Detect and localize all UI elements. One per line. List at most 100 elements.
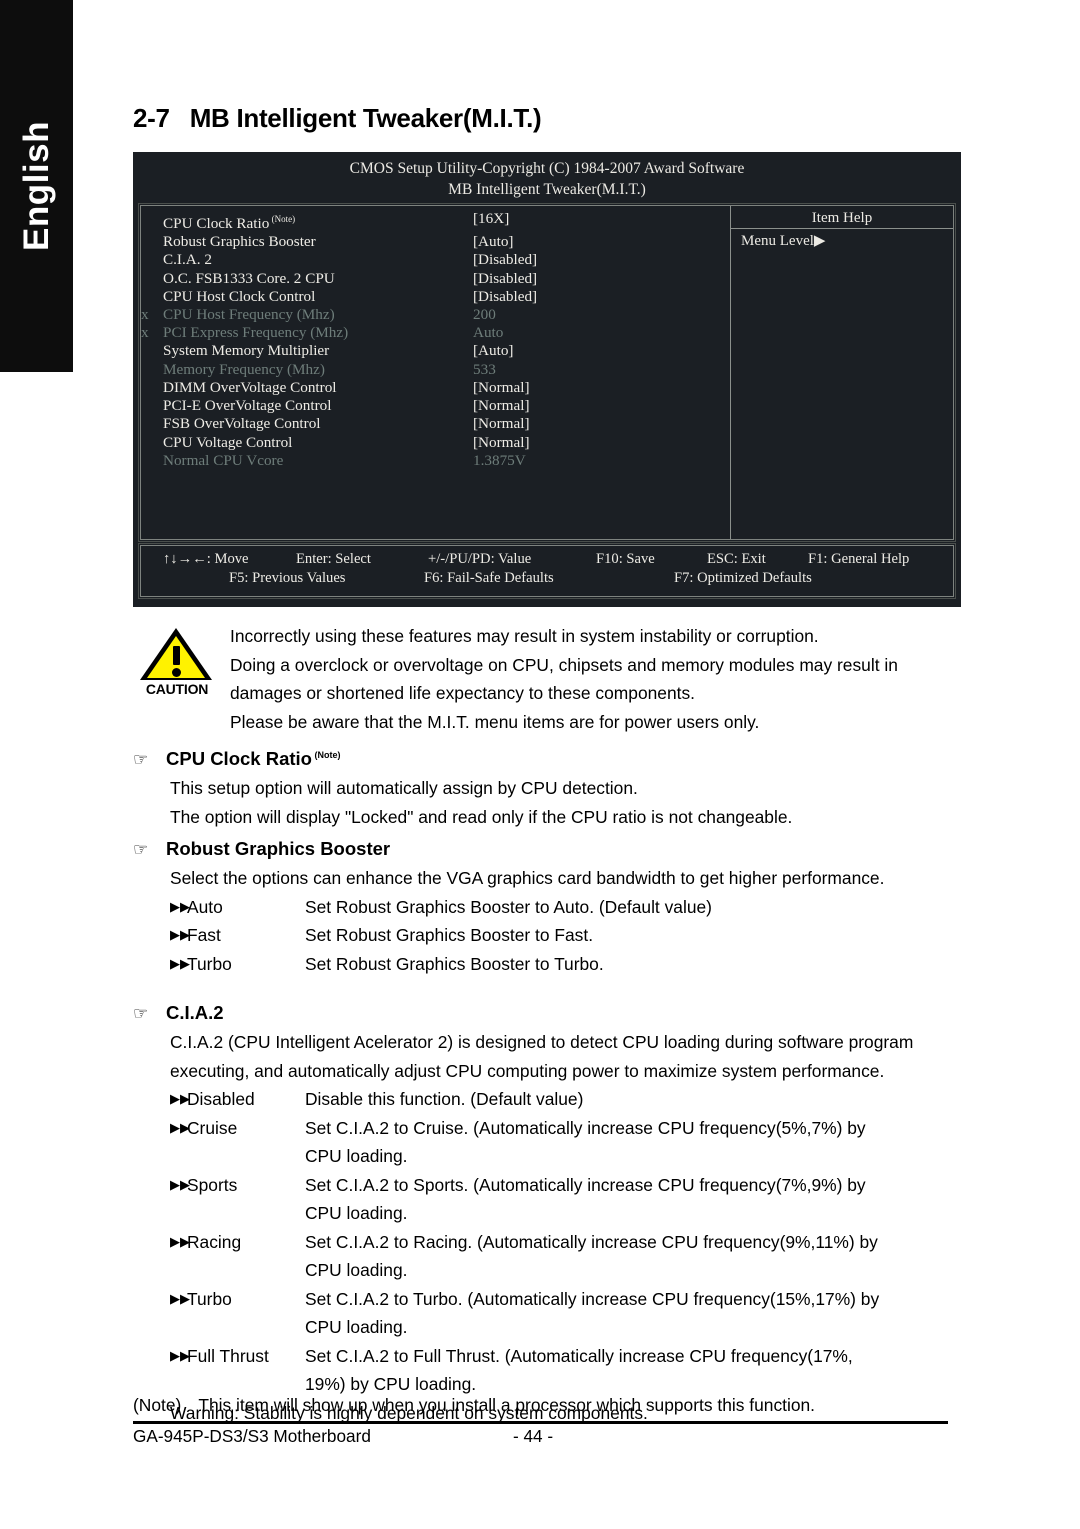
bios-item-label: PCI Express Frequency (Mhz) (163, 324, 349, 342)
doc-section: ☞ CPU Clock Ratio (Note) This setup option… (133, 748, 973, 831)
section-body: Select the options can enhance the VGA g… (170, 864, 973, 978)
option-name: Sports (187, 1174, 238, 1195)
option-name: Turbo (187, 1288, 232, 1309)
pointing-hand-icon: ☞ (133, 1004, 149, 1023)
bios-item-row[interactable]: CPU Host Clock Control [Disabled] (141, 288, 730, 306)
bios-item-value[interactable]: 533 (473, 361, 730, 379)
caution-text: Incorrectly using these features may res… (230, 622, 973, 736)
bios-item-note-superscript: (Note) (269, 214, 296, 224)
option-name: Cruise (187, 1117, 238, 1138)
bios-item-label: CPU Host Frequency (Mhz) (163, 306, 335, 324)
option-description-continued: CPU loading. (305, 1317, 408, 1337)
option-description: Set C.I.A.2 to Cruise. (Automatically in… (305, 1117, 866, 1138)
bios-item-label: C.I.A. 2 (163, 251, 212, 269)
bios-item-row[interactable]: Normal CPU Vcore 1.3875V (141, 452, 730, 470)
bios-item-row[interactable]: System Memory Multiplier [Auto] (141, 342, 730, 360)
section-number: 2-7 (133, 103, 170, 133)
bios-item-label: Normal CPU Vcore (163, 451, 284, 469)
section-paragraph: C.I.A.2 (CPU Intelligent Acelerator 2) i… (170, 1032, 914, 1052)
section-heading-label: CPU Clock Ratio (Note) (166, 748, 341, 769)
double-arrow-icon: ▶▶ (170, 1119, 190, 1135)
bios-item-value[interactable]: 1.3875V (473, 452, 730, 470)
option-row: ▶▶ Turbo Set C.I.A.2 to Turbo. (Automatica… (170, 1285, 973, 1314)
bios-item-row[interactable]: CPU Clock Ratio (Note) [16X] (141, 210, 730, 233)
section-body: This setup option will automatically ass… (170, 774, 973, 831)
bios-item-row[interactable]: Memory Frequency (Mhz) 533 (141, 361, 730, 379)
bios-items-table: CPU Clock Ratio (Note) [16X] Robust Graphi… (141, 210, 730, 470)
bios-item-label: DIMM OverVoltage Control (163, 378, 337, 396)
bios-item-row[interactable]: x CPU Host Frequency (Mhz) 200 (141, 306, 730, 324)
option-name: Disabled (187, 1089, 255, 1109)
bios-item-value[interactable]: [Disabled] (473, 270, 730, 288)
bios-item-value[interactable]: Auto (473, 324, 730, 342)
option-description: Disable this function. (Default value) (305, 1089, 584, 1109)
bios-item-row[interactable]: DIMM OverVoltage Control [Normal] (141, 379, 730, 397)
option-description: Set C.I.A.2 to Sports. (Automatically in… (305, 1174, 866, 1195)
bios-title-line1: CMOS Setup Utility-Copyright (C) 1984-20… (349, 160, 745, 177)
bios-item-label: CPU Host Clock Control (163, 287, 316, 305)
bios-key-hint: F1: General Help (808, 551, 910, 567)
option-row: ▶▶ Racing Set C.I.A.2 to Racing. (Automati… (170, 1228, 973, 1257)
bios-item-label: FSB OverVoltage Control (163, 415, 321, 433)
bios-item-value[interactable]: [Disabled] (473, 251, 730, 269)
option-name: Full Thrust (187, 1345, 269, 1366)
bios-key-hint: +/-/PU/PD: Value (428, 551, 532, 567)
bios-item-row[interactable]: PCI-E OverVoltage Control [Normal] (141, 397, 730, 415)
option-row: ▶▶ Full Thrust Set C.I.A.2 to Full Thrust.… (170, 1342, 973, 1371)
page-title: 2-7 MB Intelligent Tweaker(M.I.T.) (133, 103, 542, 134)
option-row: ▶▶ Auto Set Robust Graphics Booster to Aut… (170, 893, 973, 922)
bios-item-value[interactable]: 200 (473, 306, 730, 324)
bios-item-label: CPU Clock Ratio (Note) (163, 214, 296, 233)
bios-item-disabled-marker (141, 452, 163, 470)
option-name: Auto (187, 896, 223, 917)
option-row: ▶▶ Fast Set Robust Graphics Booster to Fas… (170, 921, 973, 950)
doc-section: ☞ C.I.A.2 C.I.A.2 (CPU Intelligent Acelera… (133, 1002, 973, 1427)
double-arrow-icon: ▶▶ (170, 1176, 190, 1192)
bios-item-disabled-marker (141, 379, 163, 397)
bios-item-row[interactable]: FSB OverVoltage Control [Normal] (141, 415, 730, 433)
language-tab: English (0, 0, 73, 372)
section-heading-label: Robust Graphics Booster (166, 838, 391, 859)
bios-item-disabled-marker (141, 251, 163, 269)
bios-item-value[interactable]: [Normal] (473, 415, 730, 433)
section-heading-label: C.I.A.2 (166, 1002, 224, 1023)
bios-item-value[interactable]: [Normal] (473, 397, 730, 415)
section-heading: ☞ CPU Clock Ratio (Note) (133, 748, 973, 770)
bios-item-value[interactable]: [Auto] (473, 342, 730, 360)
bios-item-disabled-marker (141, 288, 163, 306)
bios-item-value[interactable]: [Disabled] (473, 288, 730, 306)
pointing-hand-icon: ☞ (133, 840, 149, 859)
bios-item-row[interactable]: x PCI Express Frequency (Mhz) Auto (141, 324, 730, 342)
section-heading: ☞ Robust Graphics Booster (133, 838, 973, 860)
bios-body: CPU Clock Ratio (Note) [16X] Robust Graphi… (138, 203, 956, 542)
double-arrow-icon: ▶▶ (170, 1091, 190, 1106)
bios-title-line2: MB Intelligent Tweaker(M.I.T.) (448, 181, 646, 198)
bios-item-row[interactable]: CPU Voltage Control [Normal] (141, 434, 730, 452)
double-arrow-icon: ▶▶ (170, 1233, 190, 1249)
option-description: Set C.I.A.2 to Full Thrust. (Automatical… (305, 1345, 853, 1366)
bios-item-row[interactable]: C.I.A. 2 [Disabled] (141, 251, 730, 269)
caution-line: Doing a overclock or overvoltage on CPU,… (230, 654, 898, 675)
footer-page-number: - 44 - (513, 1426, 554, 1446)
bios-item-value[interactable]: [Auto] (473, 233, 730, 251)
bios-key-hint: F5: Previous Values (229, 570, 346, 586)
section-title: MB Intelligent Tweaker(M.I.T.) (189, 103, 542, 133)
warning-triangle-icon (135, 628, 219, 680)
option-row: ▶▶ Cruise Set C.I.A.2 to Cruise. (Automati… (170, 1114, 973, 1143)
section-paragraph: The option will display "Locked" and rea… (170, 806, 793, 827)
bios-item-value[interactable]: [Normal] (473, 379, 730, 397)
option-description-continued: CPU loading. (305, 1203, 408, 1223)
bios-item-row[interactable]: O.C. FSB1333 Core. 2 CPU [Disabled] (141, 270, 730, 288)
bios-item-label: CPU Voltage Control (163, 433, 293, 451)
caution-line: Please be aware that the M.I.T. menu ite… (230, 711, 760, 732)
bios-item-value[interactable]: [Normal] (473, 434, 730, 452)
bios-item-disabled-marker (141, 434, 163, 452)
bios-item-value[interactable]: [16X] (473, 210, 730, 233)
footnote-text: This item will show up when you install … (198, 1395, 816, 1415)
bios-item-row[interactable]: Robust Graphics Booster [Auto] (141, 233, 730, 251)
section-paragraph: executing, and automatically adjust CPU … (170, 1060, 885, 1081)
caution-block: CAUTION Incorrectly using these features… (133, 622, 973, 736)
bios-item-disabled-marker (141, 210, 163, 233)
bios-item-disabled-marker (141, 415, 163, 433)
double-arrow-icon: ▶▶ (170, 927, 190, 942)
